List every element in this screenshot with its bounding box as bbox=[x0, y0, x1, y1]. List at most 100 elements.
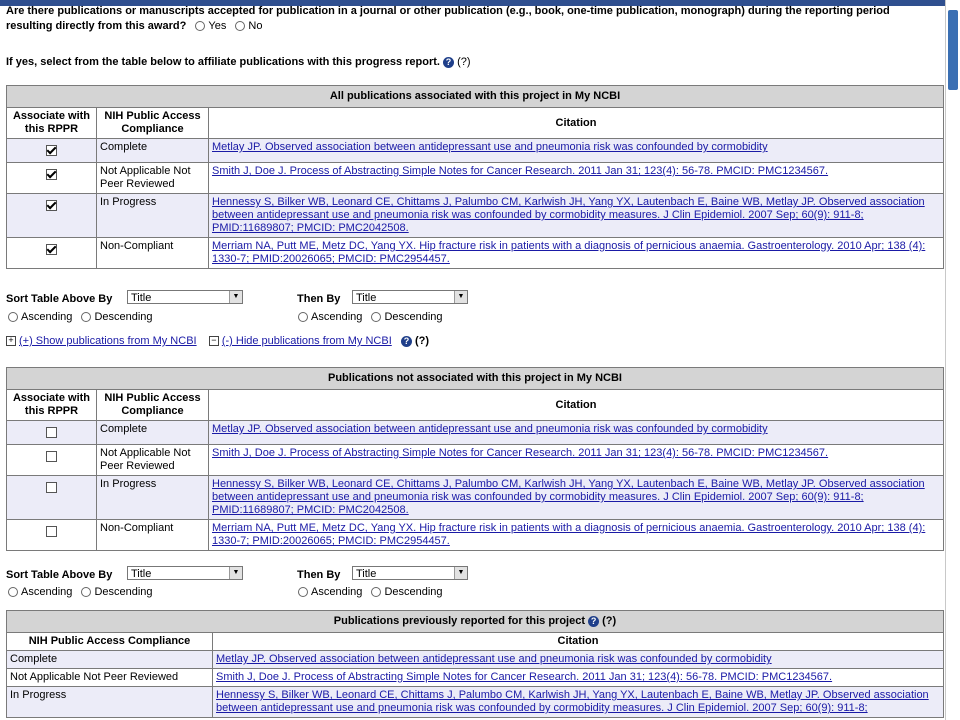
associate-cell bbox=[6, 519, 97, 551]
descending-radio[interactable] bbox=[81, 587, 92, 598]
then-by-select[interactable]: Title ▼ bbox=[352, 290, 468, 304]
column-header-associate: Associate with this RPPR bbox=[6, 107, 97, 139]
citation-link[interactable]: Hennessy S, Bilker WB, Leonard CE, Chitt… bbox=[212, 478, 925, 516]
hide-publications-link[interactable]: (-) Hide publications from My NCBI bbox=[222, 335, 392, 347]
descending-radio[interactable] bbox=[371, 312, 382, 323]
citation-link[interactable]: Smith J, Doe J. Process of Abstracting S… bbox=[216, 671, 832, 683]
show-hide-controls: + (+) Show publications from My NCBI − (-)… bbox=[6, 335, 429, 347]
no-radio[interactable] bbox=[235, 21, 246, 32]
associate-checkbox[interactable] bbox=[46, 427, 57, 438]
then-by-label-wrap: Then By bbox=[297, 293, 340, 305]
no-radio-option[interactable]: No bbox=[229, 20, 262, 32]
table-row: Not Applicable Not Peer Reviewed Smith J,… bbox=[6, 444, 944, 476]
no-label: No bbox=[248, 20, 263, 32]
show-publications-link[interactable]: (+) Show publications from My NCBI bbox=[19, 335, 197, 347]
associate-checkbox[interactable] bbox=[46, 526, 57, 537]
table-row: Non-Compliant Merriam NA, Putt ME, Metz D… bbox=[6, 237, 944, 269]
citation-link[interactable]: Hennessy S, Bilker WB, Leonard CE, Chitt… bbox=[216, 689, 929, 714]
compliance-cell: In Progress bbox=[96, 475, 209, 520]
yes-label: Yes bbox=[208, 20, 227, 32]
compliance-cell: Not Applicable Not Peer Reviewed bbox=[96, 444, 209, 476]
associate-cell bbox=[6, 237, 97, 269]
sort-by-value: Title bbox=[131, 292, 152, 304]
citation-link[interactable]: Metlay JP. Observed association between … bbox=[212, 141, 768, 153]
sort-controls-2: Sort Table Above By bbox=[6, 569, 112, 581]
yes-radio[interactable] bbox=[195, 21, 206, 32]
vertical-scrollbar[interactable] bbox=[945, 0, 960, 720]
table-row: Complete Metlay JP. Observed association … bbox=[6, 138, 944, 163]
collapse-icon[interactable]: − bbox=[208, 336, 219, 347]
associate-checkbox[interactable] bbox=[46, 200, 57, 211]
associate-checkbox[interactable] bbox=[46, 482, 57, 493]
then-by-select[interactable]: Title ▼ bbox=[352, 566, 468, 580]
dropdown-arrow-icon[interactable]: ▼ bbox=[454, 567, 467, 579]
help-icon[interactable]: ? bbox=[400, 335, 412, 347]
descending-radio[interactable] bbox=[371, 587, 382, 598]
citation-link[interactable]: Metlay JP. Observed association between … bbox=[212, 423, 768, 435]
associate-cell bbox=[6, 444, 97, 476]
descending-label: Descending bbox=[384, 311, 443, 323]
compliance-cell: In Progress bbox=[6, 686, 213, 718]
compliance-cell: Complete bbox=[96, 138, 209, 163]
ascending-label: Ascending bbox=[21, 586, 73, 598]
sort-by-select[interactable]: Title ▼ bbox=[127, 290, 243, 304]
column-header-compliance: NIH Public Access Compliance bbox=[96, 107, 209, 139]
ascending-radio[interactable] bbox=[298, 312, 308, 323]
citation-cell: Metlay JP. Observed association between … bbox=[212, 650, 944, 669]
compliance-cell: Complete bbox=[96, 420, 209, 445]
expand-icon[interactable]: + bbox=[6, 336, 16, 347]
column-header-compliance: NIH Public Access Compliance bbox=[96, 389, 209, 421]
dropdown-arrow-icon[interactable]: ▼ bbox=[454, 291, 467, 303]
citation-cell: Smith J, Doe J. Process of Abstracting S… bbox=[208, 444, 944, 476]
ascending-radio[interactable] bbox=[8, 587, 18, 598]
table-caption: All publications associated with this pr… bbox=[6, 85, 944, 108]
citation-link[interactable]: Smith J, Doe J. Process of Abstracting S… bbox=[212, 447, 828, 459]
table-row: Non-Compliant Merriam NA, Putt ME, Metz D… bbox=[6, 519, 944, 551]
instruction-text: If yes, select from the table below to a… bbox=[6, 56, 440, 68]
dropdown-arrow-icon[interactable]: ▼ bbox=[229, 291, 242, 303]
dropdown-arrow-icon[interactable]: ▼ bbox=[229, 567, 242, 579]
citation-link[interactable]: Merriam NA, Putt ME, Metz DC, Yang YX. H… bbox=[212, 522, 925, 547]
citation-link[interactable]: Hennessy S, Bilker WB, Leonard CE, Chitt… bbox=[212, 196, 925, 234]
citation-cell: Metlay JP. Observed association between … bbox=[208, 420, 944, 445]
then-by-label: Then By bbox=[297, 569, 341, 581]
associated-publications-table: All publications associated with this pr… bbox=[6, 85, 944, 269]
descending-radio[interactable] bbox=[81, 312, 92, 323]
table-row: Complete Metlay JP. Observed association … bbox=[6, 420, 944, 445]
then-sort-order-1: Ascending Descending bbox=[292, 311, 443, 323]
associate-checkbox[interactable] bbox=[46, 451, 57, 462]
compliance-cell: Not Applicable Not Peer Reviewed bbox=[6, 668, 213, 687]
associate-checkbox[interactable] bbox=[46, 169, 57, 180]
publications-question: Are there publications or manuscripts ac… bbox=[6, 4, 890, 34]
help-link[interactable]: (?) bbox=[457, 56, 470, 68]
table-row: In Progress Hennessy S, Bilker WB, Leonar… bbox=[6, 193, 944, 238]
ascending-radio[interactable] bbox=[8, 312, 18, 323]
column-header-compliance: NIH Public Access Compliance bbox=[6, 632, 213, 651]
ascending-label: Ascending bbox=[311, 586, 363, 598]
help-link[interactable]: (?) bbox=[602, 615, 616, 627]
citation-cell: Smith J, Doe J. Process of Abstracting S… bbox=[208, 162, 944, 194]
citation-link[interactable]: Smith J, Doe J. Process of Abstracting S… bbox=[212, 165, 828, 177]
then-by-label-wrap: Then By bbox=[297, 569, 340, 581]
citation-cell: Hennessy S, Bilker WB, Leonard CE, Chitt… bbox=[212, 686, 944, 718]
citation-link[interactable]: Merriam NA, Putt ME, Metz DC, Yang YX. H… bbox=[212, 240, 925, 265]
help-link[interactable]: (?) bbox=[415, 335, 429, 347]
previously-reported-publications-table: Publications previously reported for thi… bbox=[6, 610, 944, 718]
associate-checkbox[interactable] bbox=[46, 244, 57, 255]
ascending-radio[interactable] bbox=[298, 587, 308, 598]
scrollbar-thumb[interactable] bbox=[948, 10, 958, 90]
descending-label: Descending bbox=[384, 586, 443, 598]
citation-link[interactable]: Metlay JP. Observed association between … bbox=[216, 653, 772, 665]
help-icon[interactable]: ? bbox=[588, 615, 600, 627]
affiliate-instruction: If yes, select from the table below to a… bbox=[6, 55, 471, 70]
yes-radio-option[interactable]: Yes bbox=[189, 20, 226, 32]
associate-cell bbox=[6, 138, 97, 163]
sort-label: Sort Table Above By bbox=[6, 569, 113, 581]
column-header-citation: Citation bbox=[212, 632, 944, 651]
help-icon[interactable]: ? bbox=[443, 56, 455, 68]
then-by-value: Title bbox=[356, 568, 377, 580]
table-caption-text: Publications previously reported for thi… bbox=[333, 615, 586, 627]
citation-cell: Hennessy S, Bilker WB, Leonard CE, Chitt… bbox=[208, 475, 944, 520]
sort-by-select[interactable]: Title ▼ bbox=[127, 566, 243, 580]
associate-checkbox[interactable] bbox=[46, 145, 57, 156]
